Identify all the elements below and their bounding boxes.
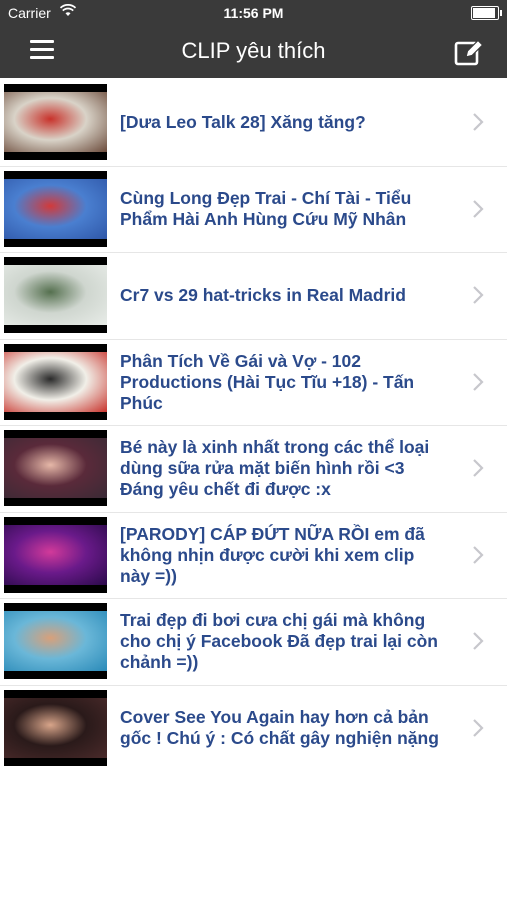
clip-title: Trai đẹp đi bơi cưa chị gái mà không cho…	[120, 610, 438, 673]
clip-title: Cr7 vs 29 hat-tricks in Real Madrid	[120, 285, 406, 306]
chevron-right-icon	[471, 631, 485, 651]
clip-title: Cùng Long Đẹp Trai - Chí Tài - Tiểu Phẩm…	[120, 188, 412, 230]
battery-icon	[471, 6, 502, 20]
list-item[interactable]: [Dưa Leo Talk 28] Xăng tăng?	[0, 80, 507, 167]
chevron-right-icon	[471, 112, 485, 132]
video-thumbnail	[4, 603, 107, 679]
chevron-right-icon	[471, 199, 485, 219]
navigation-bar: CLIP yêu thích	[0, 26, 507, 78]
clip-list: [Dưa Leo Talk 28] Xăng tăng? Cùng Long Đẹ…	[0, 80, 507, 771]
video-thumbnail	[4, 170, 107, 247]
list-item[interactable]: Cr7 vs 29 hat-tricks in Real Madrid	[0, 253, 507, 340]
clip-title: [Dưa Leo Talk 28] Xăng tăng?	[120, 112, 366, 133]
list-item[interactable]: [PARODY] CÁP ĐỨT NỮA RỒI em đã không nhị…	[0, 513, 507, 599]
chevron-right-icon	[471, 545, 485, 565]
top-bar: Carrier 11:56 PM CLIP yêu thích	[0, 0, 507, 78]
status-time: 11:56 PM	[223, 5, 284, 21]
video-thumbnail	[4, 343, 107, 420]
clip-title: Bé này là xinh nhất trong các thể loại d…	[120, 437, 430, 500]
video-thumbnail	[4, 257, 107, 333]
edit-icon[interactable]	[453, 36, 485, 68]
page-title: CLIP yêu thích	[181, 38, 326, 63]
video-thumbnail	[4, 84, 107, 160]
list-item[interactable]: Phân Tích Về Gái và Vợ - 102 Productions…	[0, 340, 507, 426]
video-thumbnail	[4, 689, 107, 766]
clip-title: [PARODY] CÁP ĐỨT NỮA RỒI em đã không nhị…	[120, 523, 425, 586]
video-thumbnail	[4, 430, 107, 506]
video-thumbnail	[4, 516, 107, 593]
chevron-right-icon	[471, 718, 485, 738]
clip-title: Phân Tích Về Gái và Vợ - 102 Productions…	[120, 350, 415, 413]
chevron-right-icon	[471, 458, 485, 478]
list-item[interactable]: Bé này là xinh nhất trong các thể loại d…	[0, 426, 507, 513]
clip-title: Cover See You Again hay hơn cả bản gốc !…	[120, 707, 439, 749]
list-item[interactable]: Trai đẹp đi bơi cưa chị gái mà không cho…	[0, 599, 507, 686]
list-item[interactable]: Cùng Long Đẹp Trai - Chí Tài - Tiểu Phẩm…	[0, 167, 507, 253]
list-item[interactable]: Cover See You Again hay hơn cả bản gốc !…	[0, 686, 507, 772]
chevron-right-icon	[471, 285, 485, 305]
status-bar: Carrier 11:56 PM	[0, 0, 507, 26]
chevron-right-icon	[471, 372, 485, 392]
